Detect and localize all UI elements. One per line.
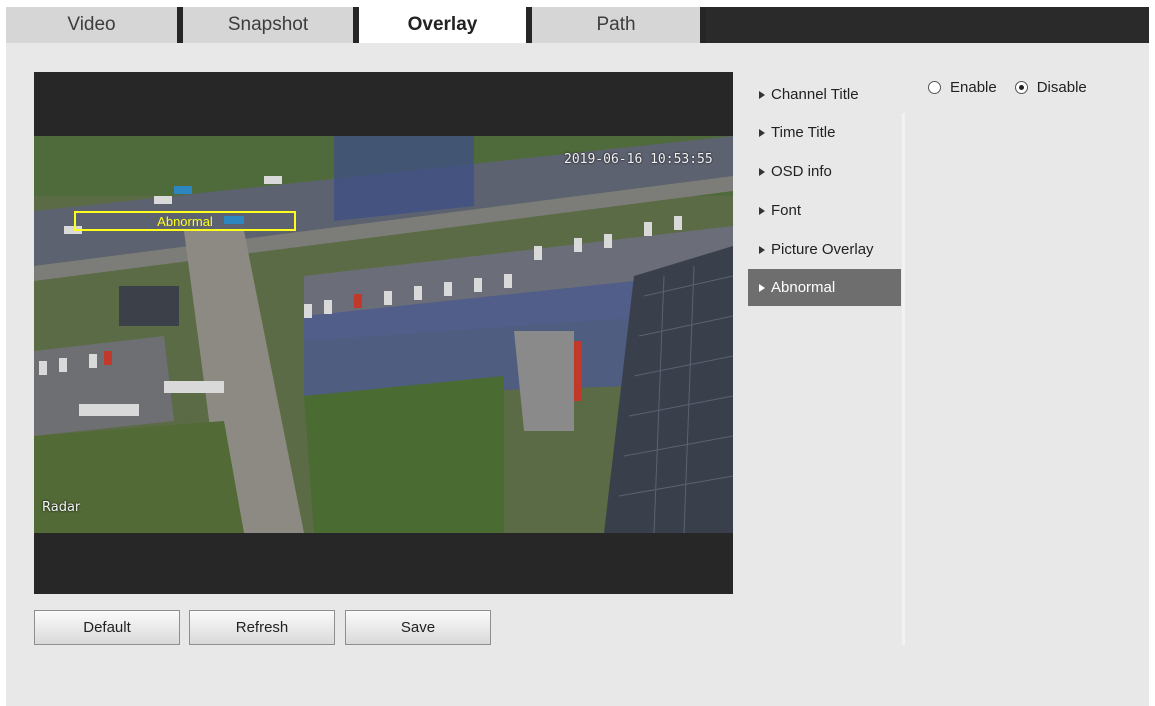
caret-right-icon — [759, 283, 765, 292]
menu-item-label: Abnormal — [771, 279, 836, 296]
radio-selected-dot — [1018, 85, 1024, 90]
menu-item-label: Font — [771, 202, 802, 219]
menu-item-abnormal[interactable]: Abnormal — [748, 269, 901, 306]
caret-right-icon — [759, 167, 765, 176]
default-button[interactable]: Default — [34, 610, 180, 645]
abnormal-overlay-box[interactable]: Abnormal — [74, 211, 296, 231]
menu-divider — [902, 113, 905, 645]
menu-item-font[interactable]: Font — [748, 192, 901, 229]
tab-overlay[interactable]: Overlay — [359, 7, 526, 43]
abnormal-enable-radio-group: Enable Disable — [928, 79, 1105, 96]
caret-right-icon — [759, 128, 765, 137]
caret-right-icon — [759, 206, 765, 215]
menu-item-channel-title[interactable]: Channel Title — [748, 76, 901, 113]
tab-path[interactable]: Path — [532, 7, 700, 43]
menu-item-time-title[interactable]: Time Title — [748, 114, 901, 151]
tab-snapshot[interactable]: Snapshot — [183, 7, 353, 43]
osd-radar-label: Radar — [42, 500, 81, 515]
overlay-panel: 2019-06-16 10:53:55 Radar Abnormal Defau… — [6, 43, 1149, 706]
menu-item-osd-info[interactable]: OSD info — [748, 153, 901, 190]
tab-bar-fill — [706, 7, 1149, 43]
disable-radio[interactable] — [1014, 81, 1028, 94]
tab-bar: Video Snapshot Overlay Path — [6, 7, 1149, 43]
save-button[interactable]: Save — [345, 610, 491, 645]
tab-video[interactable]: Video — [6, 7, 177, 43]
enable-radio[interactable] — [928, 81, 941, 94]
menu-item-label: Time Title — [771, 124, 836, 141]
aerial-camera-image — [34, 136, 733, 533]
abnormal-overlay-label: Abnormal — [157, 213, 213, 229]
osd-timestamp: 2019-06-16 10:53:55 — [564, 152, 713, 167]
overlay-menu: Channel Title Time Title OSD info Font P… — [748, 72, 901, 645]
menu-item-label: Picture Overlay — [771, 241, 874, 258]
enable-radio-label: Enable — [950, 79, 997, 96]
caret-right-icon — [759, 245, 765, 254]
caret-right-icon — [759, 90, 765, 99]
refresh-button[interactable]: Refresh — [189, 610, 335, 645]
disable-radio-label: Disable — [1036, 79, 1087, 96]
video-preview: 2019-06-16 10:53:55 Radar Abnormal — [34, 72, 733, 594]
menu-item-label: Channel Title — [771, 86, 859, 103]
menu-item-label: OSD info — [771, 163, 832, 180]
menu-item-picture-overlay[interactable]: Picture Overlay — [748, 231, 901, 268]
